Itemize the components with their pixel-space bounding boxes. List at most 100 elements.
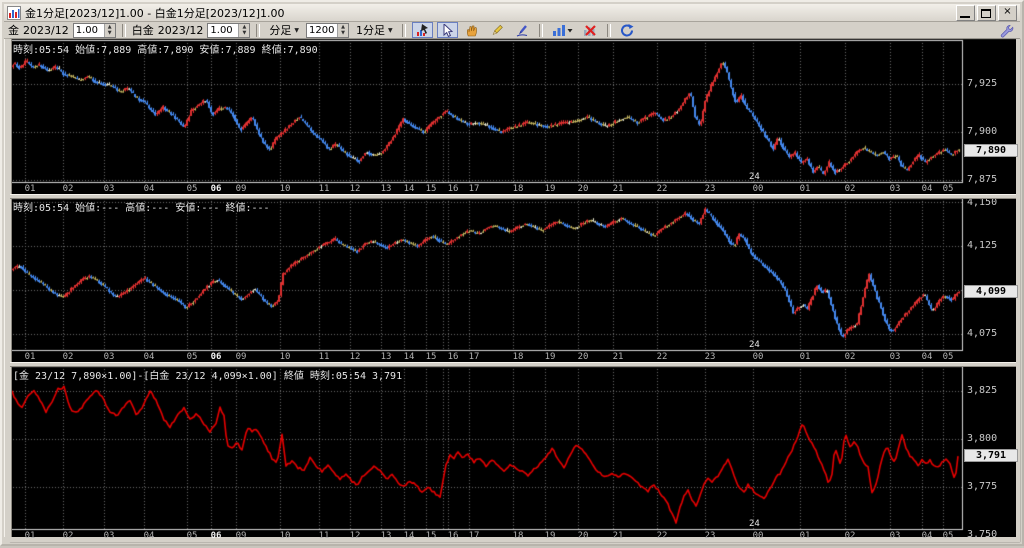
pane-separator[interactable] [10,362,1016,367]
x-tick-label: 03 [99,531,119,541]
y-tick-label: 3,800 [967,433,1017,444]
x-tick-label: 18 [508,184,528,194]
x-tick-label: 03 [99,352,119,362]
wrench-icon[interactable] [1000,24,1014,38]
gold-pane-info: 時刻:05:54 始値:7,889 高値:7,890 安値:7,889 終値:7… [13,41,318,56]
x-tick-label: 10 [275,352,295,362]
x-tick-label: 02 [58,184,78,194]
x-tick-label: 02 [58,352,78,362]
x-tick-label: 05 [182,531,202,541]
pane-separator[interactable] [10,194,1016,199]
x-tick-label: 14 [399,531,419,541]
price-badge: 7,890 [964,144,1018,157]
x-tick-label: 12 [345,352,365,362]
x-tick-label: 04 [917,184,937,194]
x-tick-label: 01 [795,352,815,362]
x-tick-label: 02 [840,184,860,194]
x-tick-label: 18 [508,531,528,541]
x-tick-label: 13 [376,352,396,362]
x-tick-label: 19 [540,184,560,194]
y-tick-label: 3,825 [967,385,1017,396]
x-tick-label: 04 [139,531,159,541]
x-tick-label: 19 [540,531,560,541]
x-tick-label: 02 [58,531,78,541]
x-tick-label: 10 [275,184,295,194]
y-tick-label: 7,925 [967,78,1017,89]
x-tick-label: 22 [652,531,672,541]
x-tick-label: 23 [700,184,720,194]
x-tick-label: 22 [652,352,672,362]
x-tick-label: 21 [608,352,628,362]
x-tick-label: 20 [573,531,593,541]
spread-pane-info: [金 23/12 7,890×1.00]-[白金 23/12 4,099×1.0… [13,367,402,382]
x-tick-label: 00 [748,531,768,541]
y-tick-label: 3,750 [967,529,1017,540]
x-tick-label: 04 [917,352,937,362]
x-tick-label: 13 [376,531,396,541]
app-window: 金1分足[2023/12]1.00 - 白金1分足[2023/12]1.00 ×… [0,0,1024,546]
x-tick-label: 03 [99,184,119,194]
x-tick-label: 00 [748,184,768,194]
x-tick-label: 23 [700,531,720,541]
x-tick-label: 15 [421,184,441,194]
x-tick-label: 00 [748,352,768,362]
x-tick-label: 11 [314,184,334,194]
x-tick-label: 21 [608,531,628,541]
x-tick-label: 06 [206,184,226,194]
x-tick-label: 16 [443,184,463,194]
x-tick-label: 20 [573,352,593,362]
x-tick-label: 05 [938,184,958,194]
x-tick-label: 01 [795,184,815,194]
x-tick-label: 17 [464,184,484,194]
x-tick-label: 22 [652,184,672,194]
x-tick-label: 11 [314,352,334,362]
x-tick-label: 16 [443,352,463,362]
x-tick-label: 16 [443,531,463,541]
x-tick-label: 05 [938,352,958,362]
x-tick-label: 23 [700,352,720,362]
x-tick-label: 03 [885,184,905,194]
x-tick-label: 20 [573,184,593,194]
x-tick-label: 12 [345,531,365,541]
x-tick-label: 10 [275,531,295,541]
x-tick-label: 17 [464,352,484,362]
date-label: 24 [749,340,760,350]
y-tick-label: 7,900 [967,126,1017,137]
x-tick-label: 15 [421,352,441,362]
x-tick-label: 09 [231,531,251,541]
left-frame [4,39,12,540]
y-tick-label: 4,075 [967,328,1017,339]
x-tick-label: 04 [139,184,159,194]
x-tick-label: 18 [508,352,528,362]
y-tick-label: 3,775 [967,481,1017,492]
x-tick-label: 01 [20,352,40,362]
x-tick-label: 05 [938,531,958,541]
x-tick-label: 02 [840,352,860,362]
x-tick-label: 19 [540,352,560,362]
x-tick-label: 17 [464,531,484,541]
x-tick-label: 21 [608,184,628,194]
x-tick-label: 11 [314,531,334,541]
x-tick-label: 13 [376,184,396,194]
platinum-pane-info: 時刻:05:54 始値:--- 高値:--- 安値:--- 終値:--- [13,199,270,214]
x-tick-label: 02 [840,531,860,541]
x-tick-label: 04 [917,531,937,541]
x-tick-label: 09 [231,352,251,362]
x-tick-label: 05 [182,352,202,362]
price-badge: 3,791 [964,449,1018,462]
date-label: 24 [749,519,760,529]
x-tick-label: 03 [885,531,905,541]
x-tick-label: 09 [231,184,251,194]
y-tick-label: 4,125 [967,240,1017,251]
date-label: 24 [749,172,760,182]
x-tick-label: 01 [20,184,40,194]
x-tick-label: 01 [795,531,815,541]
x-tick-label: 01 [20,531,40,541]
x-tick-label: 05 [182,184,202,194]
x-tick-label: 14 [399,352,419,362]
x-tick-label: 04 [139,352,159,362]
price-badge: 4,099 [964,285,1018,298]
x-tick-label: 06 [206,531,226,541]
x-tick-label: 03 [885,352,905,362]
chart-canvas[interactable] [2,2,1024,548]
